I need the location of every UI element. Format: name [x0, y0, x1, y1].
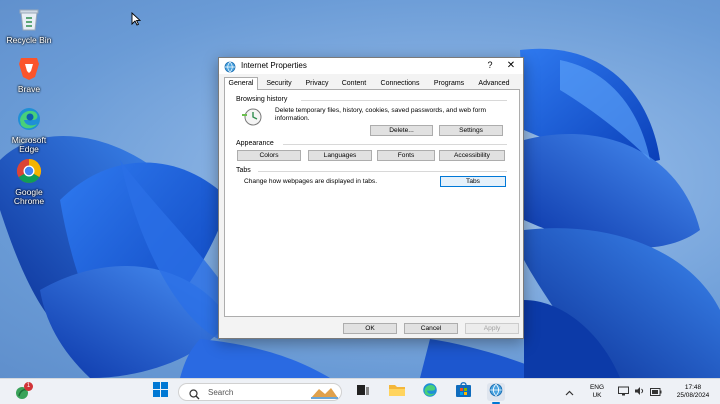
internet-options-icon — [224, 60, 236, 78]
chrome-icon — [14, 156, 44, 186]
notification-badge: 1 — [24, 382, 33, 391]
recycle-bin-icon — [14, 4, 44, 34]
internet-properties-taskbar-button[interactable] — [487, 383, 505, 404]
task-view-button[interactable] — [354, 383, 372, 401]
edge-taskbar-button[interactable] — [421, 382, 439, 403]
tabs-button[interactable]: Tabs — [440, 176, 506, 187]
browsing-history-label: Browsing history — [236, 96, 288, 103]
dialog-title: Internet Properties — [241, 61, 307, 70]
desktop: Recycle Bin Brave Microsoft Edge Google … — [0, 0, 720, 378]
battery-icon — [650, 383, 662, 401]
taskbar: 1 Search ENG UK 17:48 25/08/2024 — [0, 378, 720, 404]
appearance-label: Appearance — [236, 140, 274, 147]
desktop-icon-edge[interactable]: Microsoft Edge — [1, 104, 57, 154]
tabs-description: Change how webpages are displayed in tab… — [244, 178, 378, 185]
clock-time: 17:48 — [684, 384, 702, 391]
taskbar-search[interactable]: Search — [178, 383, 342, 401]
cancel-button[interactable]: Cancel — [404, 323, 458, 334]
help-button[interactable]: ? — [481, 58, 499, 73]
desktop-icon-label: Google Chrome — [13, 187, 45, 206]
apply-button: Apply — [465, 323, 519, 334]
network-icon — [618, 383, 629, 401]
desktop-icon-recycle-bin[interactable]: Recycle Bin — [1, 4, 57, 45]
desktop-icon-label: Microsoft Edge — [11, 135, 47, 154]
desktop-icon-brave[interactable]: Brave — [1, 53, 57, 94]
volume-icon — [634, 383, 645, 401]
accessibility-button[interactable]: Accessibility — [439, 150, 505, 161]
windows-logo-icon — [152, 382, 168, 402]
browsing-history-icon — [241, 107, 265, 132]
divider — [301, 100, 507, 101]
region-code: UK — [592, 392, 602, 399]
store-button[interactable] — [454, 382, 472, 402]
tabs-group-label: Tabs — [236, 167, 251, 174]
system-tray-status[interactable] — [618, 383, 662, 401]
language-code: ENG — [589, 384, 605, 391]
browsing-history-description: Delete temporary files, history, cookies… — [275, 107, 486, 122]
language-indicator[interactable]: ENG UK — [584, 384, 610, 402]
mouse-pointer-icon — [131, 11, 142, 31]
delete-button[interactable]: Delete... — [370, 125, 433, 136]
general-tab-panel: Browsing history Delete temporary files,… — [224, 89, 520, 317]
desktop-icon-label: Brave — [17, 84, 41, 94]
desktop-icon-label: Recycle Bin — [6, 35, 52, 45]
show-hidden-icons-button[interactable] — [560, 383, 578, 401]
edge-icon — [14, 104, 44, 134]
fonts-button[interactable]: Fonts — [377, 150, 435, 161]
store-icon — [455, 382, 471, 402]
search-placeholder: Search — [208, 388, 234, 397]
internet-options-icon — [489, 383, 503, 402]
dialog-titlebar[interactable]: Internet Properties ? ✕ — [219, 58, 523, 74]
search-icon — [189, 387, 200, 404]
close-button[interactable]: ✕ — [500, 58, 522, 73]
clock-date: 25/08/2024 — [676, 392, 710, 399]
clock[interactable]: 17:48 25/08/2024 — [670, 384, 716, 402]
ok-button[interactable]: OK — [343, 323, 397, 334]
internet-properties-dialog: Internet Properties ? ✕ General Security… — [218, 57, 524, 339]
languages-button[interactable]: Languages — [308, 150, 372, 161]
divider — [258, 171, 507, 172]
edge-icon — [422, 382, 438, 403]
start-button[interactable] — [151, 382, 169, 402]
search-highlight-icon — [309, 385, 339, 404]
settings-button[interactable]: Settings — [439, 125, 503, 136]
task-view-icon — [356, 383, 370, 402]
colors-button[interactable]: Colors — [237, 150, 301, 161]
brave-icon — [14, 53, 44, 83]
tab-general[interactable]: General — [224, 77, 258, 90]
divider — [283, 144, 507, 145]
widgets-button[interactable]: 1 — [14, 382, 33, 401]
chevron-up-icon — [565, 383, 574, 401]
file-explorer-button[interactable] — [388, 383, 406, 401]
folder-icon — [389, 383, 405, 402]
desktop-icon-chrome[interactable]: Google Chrome — [1, 156, 57, 206]
